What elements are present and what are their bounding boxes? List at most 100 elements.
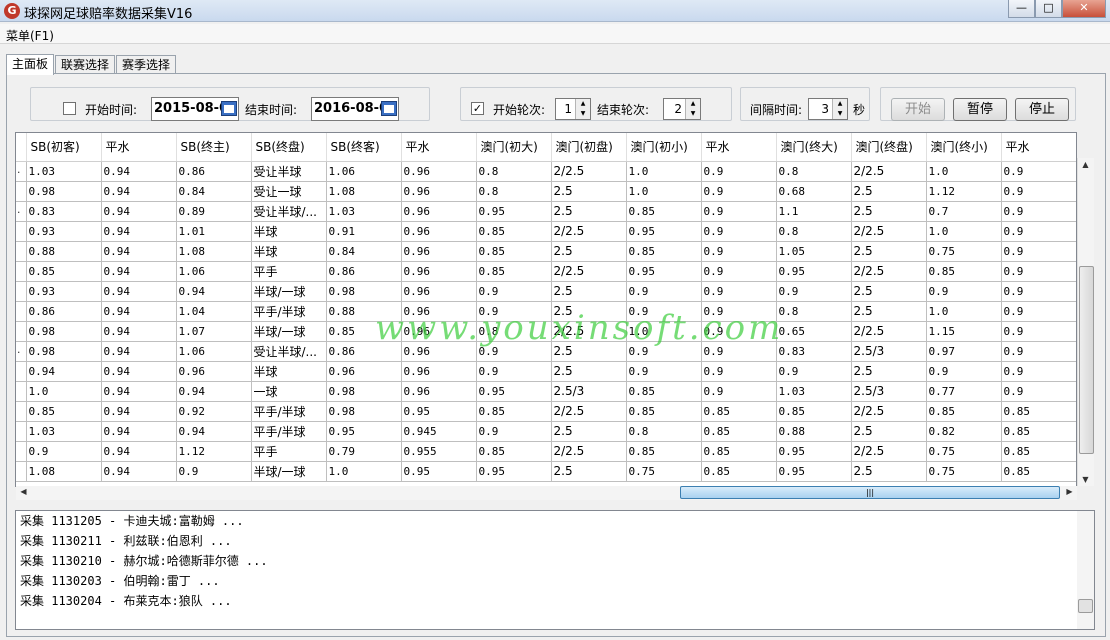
table-cell[interactable]: 2/2.5 [551, 441, 627, 462]
table-cell[interactable]: 2.5/3 [851, 341, 927, 362]
table-cell[interactable]: 0.85 [1001, 461, 1076, 482]
table-cell[interactable]: 平手 [251, 441, 327, 462]
table-cell[interactable]: 2.5 [551, 181, 627, 202]
table-cell[interactable]: 0.85 [701, 441, 777, 462]
table-cell[interactable]: 1.03 [326, 201, 402, 222]
table-cell[interactable]: 0.8 [476, 161, 552, 182]
table-cell[interactable]: 0.86 [326, 261, 402, 282]
table-cell[interactable]: 2.5 [851, 301, 927, 322]
table-cell[interactable]: 1.15 [926, 321, 1002, 342]
table-cell[interactable]: 0.945 [401, 421, 477, 442]
column-header[interactable]: 平水 [101, 133, 177, 162]
table-cell[interactable]: 1.08 [326, 181, 402, 202]
table-cell[interactable]: 0.94 [26, 361, 102, 382]
table-cell[interactable]: 0.86 [176, 161, 252, 182]
table-cell[interactable]: 1.03 [776, 381, 852, 402]
end-round-stepper[interactable]: 2 ▲ ▼ [663, 98, 701, 120]
table-cell[interactable]: 0.94 [101, 401, 177, 422]
table-cell[interactable]: 0.85 [626, 401, 702, 422]
scroll-up-icon[interactable]: ▲ [1078, 160, 1093, 169]
table-row[interactable]: 1.0 0.94 0.94 一球 0.98 0.96 0.95 2.5/3 0.85 0.9 1.0… [16, 381, 1076, 402]
table-cell[interactable]: 1.1 [776, 201, 852, 222]
table-cell[interactable]: 0.85 [926, 401, 1002, 422]
odds-data-grid[interactable]: SB(初客) 平水 SB(终主) SB(终盘) SB(终客) 平水 澳门(初大) 澳门(初盘)… [15, 132, 1077, 487]
spin-arrows-icon[interactable]: ▲ ▼ [575, 99, 590, 119]
table-cell[interactable]: 0.96 [401, 221, 477, 242]
table-cell[interactable]: 0.95 [626, 221, 702, 242]
table-cell[interactable]: 0.96 [401, 381, 477, 402]
table-row[interactable]: 0.86 0.94 1.04 平手/半球 0.88 0.96 0.9 2.5 0.9 0.9 0.8… [16, 301, 1076, 322]
table-cell[interactable]: 0.9 [1001, 321, 1076, 342]
table-cell[interactable]: 0.96 [401, 301, 477, 322]
table-cell[interactable]: 0.9 [626, 341, 702, 362]
table-cell[interactable]: 0.9 [1001, 201, 1076, 222]
grid-vertical-scroll-thumb[interactable] [1079, 266, 1094, 454]
table-cell[interactable]: 0.9 [701, 341, 777, 362]
table-cell[interactable]: 0.77 [926, 381, 1002, 402]
table-cell[interactable]: 0.9 [476, 361, 552, 382]
table-cell[interactable]: 0.75 [926, 241, 1002, 262]
table-cell[interactable]: 0.98 [326, 281, 402, 302]
table-cell[interactable]: 0.65 [776, 321, 852, 342]
table-cell[interactable]: 0.88 [26, 241, 102, 262]
table-cell[interactable]: 2.5 [551, 241, 627, 262]
table-cell[interactable]: 受让半球 [251, 161, 327, 182]
column-header[interactable]: 澳门(终大) [776, 133, 852, 162]
log-vertical-scrollbar[interactable] [1077, 511, 1094, 629]
table-cell[interactable]: 0.9 [926, 361, 1002, 382]
table-cell[interactable]: 1.0 [626, 161, 702, 182]
table-cell[interactable]: 0.9 [626, 361, 702, 382]
table-cell[interactable]: 0.9 [701, 301, 777, 322]
column-header[interactable]: 平水 [1001, 133, 1076, 162]
table-row[interactable]: 0.98 0.94 0.84 受让一球 1.08 0.96 0.8 2.5 1.0 0.9 0.68… [16, 181, 1076, 202]
table-cell[interactable]: 0.85 [1001, 401, 1076, 422]
minimize-button[interactable]: — [1008, 0, 1035, 18]
column-header[interactable]: SB(初客) [26, 133, 102, 162]
table-cell[interactable]: 2.5 [551, 421, 627, 442]
table-cell[interactable]: 1.08 [26, 461, 102, 482]
table-cell[interactable]: 0.9 [176, 461, 252, 482]
table-cell[interactable]: 1.05 [776, 241, 852, 262]
table-cell[interactable]: 0.95 [401, 401, 477, 422]
table-cell[interactable]: 2.5 [551, 201, 627, 222]
table-cell[interactable]: 0.9 [1001, 261, 1076, 282]
table-cell[interactable]: 0.9 [626, 281, 702, 302]
table-cell[interactable]: 0.98 [326, 381, 402, 402]
column-header[interactable]: SB(终盘) [251, 133, 327, 162]
pause-button[interactable]: 暂停 [953, 98, 1007, 121]
table-row[interactable]: . 0.98 0.94 1.06 受让半球/... 0.86 0.96 0.9 2.5 0.9 0.… [16, 341, 1076, 362]
table-cell[interactable]: 2.5 [551, 301, 627, 322]
table-cell[interactable]: 2/2.5 [851, 321, 927, 342]
table-cell[interactable]: 0.9 [1001, 181, 1076, 202]
table-cell[interactable]: 0.93 [26, 221, 102, 242]
table-row[interactable]: 0.93 0.94 0.94 半球/一球 0.98 0.96 0.9 2.5 0.9 0.9 0.9… [16, 281, 1076, 302]
table-cell[interactable]: 0.9 [701, 321, 777, 342]
column-header[interactable]: SB(终客) [326, 133, 402, 162]
start-time-checkbox[interactable] [63, 102, 76, 115]
table-cell[interactable]: 0.9 [776, 361, 852, 382]
spin-arrows-icon[interactable]: ▲ ▼ [685, 99, 700, 119]
table-cell[interactable]: 0.9 [1001, 161, 1076, 182]
table-row[interactable]: 0.9 0.94 1.12 平手 0.79 0.955 0.85 2/2.5 0.85 0.85 0… [16, 441, 1076, 462]
table-cell[interactable]: 0.82 [926, 421, 1002, 442]
table-cell[interactable]: 0.85 [926, 261, 1002, 282]
end-date-picker[interactable]: 2016-08-05 [311, 97, 399, 121]
table-cell[interactable]: 0.98 [326, 401, 402, 422]
table-row[interactable]: 1.03 0.94 0.94 平手/半球 0.95 0.945 0.9 2.5 0.8 0.85 0… [16, 421, 1076, 442]
interval-stepper[interactable]: 3 ▲ ▼ [808, 98, 848, 120]
table-cell[interactable]: 2/2.5 [551, 161, 627, 182]
table-cell[interactable]: 0.85 [626, 201, 702, 222]
table-row[interactable]: . 1.03 0.94 0.86 受让半球 1.06 0.96 0.8 2/2.5 1.0 0.9 0… [16, 161, 1076, 182]
table-cell[interactable]: 0.89 [176, 201, 252, 222]
table-cell[interactable]: 2.5 [851, 421, 927, 442]
table-cell[interactable]: 1.0 [926, 221, 1002, 242]
table-cell[interactable]: 0.85 [626, 381, 702, 402]
table-cell[interactable]: 0.94 [101, 341, 177, 362]
table-cell[interactable]: 0.75 [926, 461, 1002, 482]
table-cell[interactable]: 半球/一球 [251, 321, 327, 342]
table-cell[interactable]: 1.08 [176, 241, 252, 262]
table-cell[interactable]: 1.04 [176, 301, 252, 322]
table-cell[interactable]: 0.95 [401, 461, 477, 482]
start-round-stepper[interactable]: 1 ▲ ▼ [555, 98, 591, 120]
column-header[interactable]: 澳门(终小) [926, 133, 1002, 162]
